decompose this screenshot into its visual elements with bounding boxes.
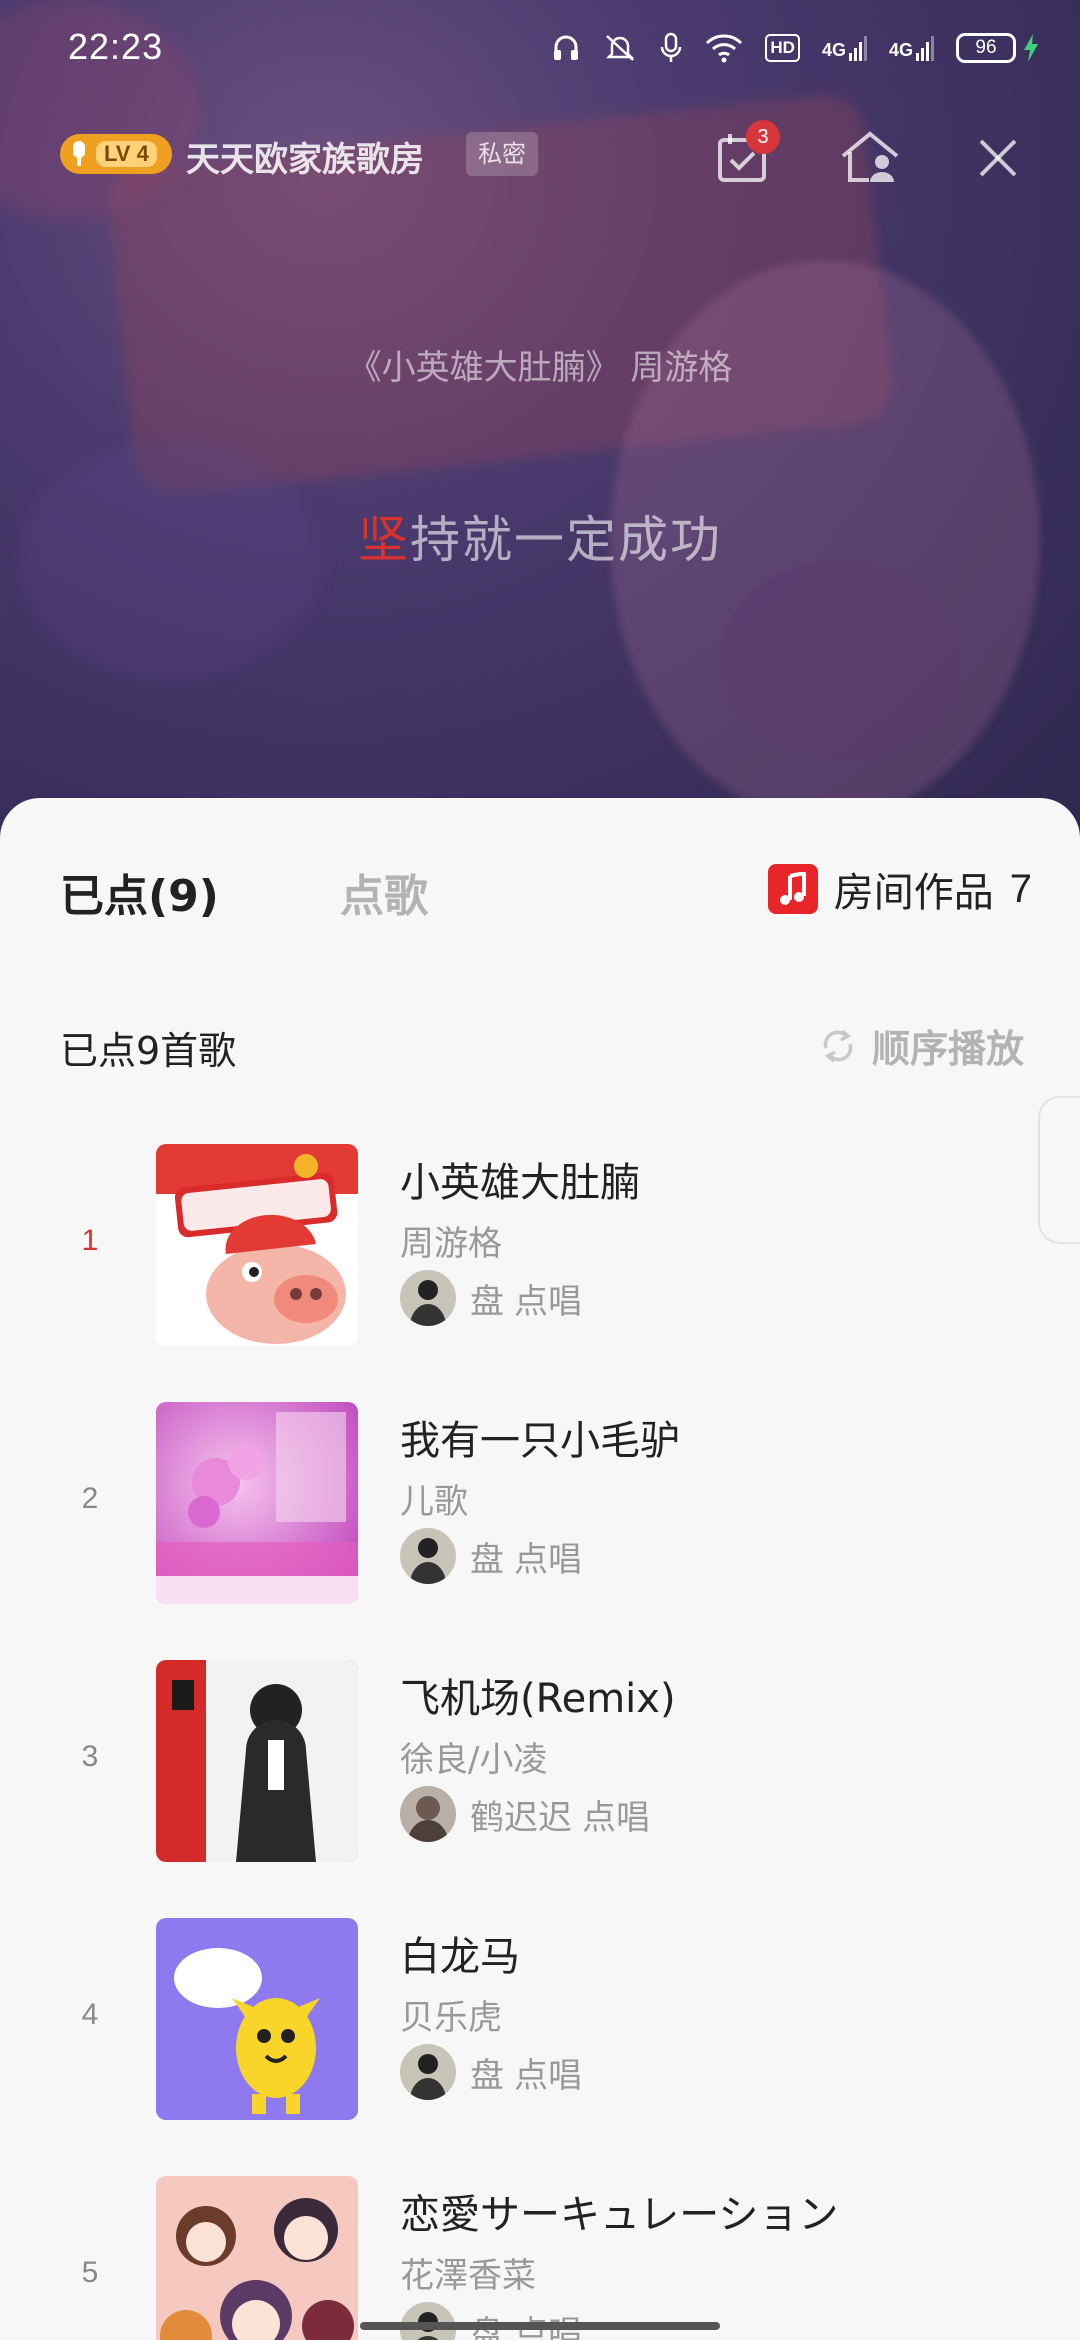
song-index: 4 — [81, 1998, 99, 2031]
lyric-line: 坚持就一定成功 — [0, 500, 1080, 572]
headphones-icon — [554, 35, 579, 60]
room-works-count: 7 — [1009, 866, 1032, 911]
song-row[interactable]: 1 小英雄大肚腩 周游格 盘 点唱 — [0, 1144, 1080, 1346]
requester-info: 盘 点唱 — [400, 2044, 582, 2100]
signal-bars-icon — [916, 36, 934, 61]
requester-info: 盘 点唱 — [400, 2302, 582, 2340]
checkin-count-badge: 3 — [746, 120, 780, 154]
album-cover — [156, 1918, 358, 2120]
network-type-label: 4G — [821, 40, 846, 60]
room-name[interactable]: 天天欧家族歌房 — [186, 132, 424, 181]
song-title: 小英雄大肚腩 — [400, 1160, 640, 1206]
song-index: 1 — [81, 1224, 99, 1257]
level-label: LV 4 — [96, 141, 157, 167]
play-mode-button[interactable]: 顺序播放 — [818, 1018, 1024, 1073]
song-index: 5 — [81, 2256, 99, 2289]
lyric-highlight: 坚 — [358, 511, 410, 569]
close-icon — [979, 139, 1017, 177]
avatar[interactable] — [400, 1270, 456, 1326]
status-icons: HD 4G 4G 96 — [551, 28, 1040, 68]
home-user-icon — [841, 131, 899, 182]
avatar[interactable] — [400, 1786, 456, 1842]
song-row[interactable]: 5 恋愛サーキュレーション 花澤香菜 盘 点唱 — [0, 2176, 1080, 2340]
requester-name: 盘 — [470, 2055, 504, 2096]
song-queue-sheet: 已点(9) 点歌 房间作品 7 已点9首歌 顺序播放 1 小英雄大肚腩 周游格 … — [0, 798, 1080, 2340]
song-artist: 周游格 — [400, 1224, 502, 1264]
song-artist: 儿歌 — [400, 1482, 468, 1522]
now-playing-title: 《小英雄大肚腩》 周游格 — [347, 348, 733, 388]
wifi-icon — [706, 34, 743, 63]
song-artist: 徐良/小凌 — [400, 1740, 548, 1780]
status-bar: 22:23 HD 4G 4G 96 — [0, 0, 1080, 96]
signal-icon: 4G — [889, 35, 934, 61]
requester-info: 鹤迟迟 点唱 — [400, 1786, 650, 1842]
requester-name: 盘 — [470, 1539, 504, 1580]
song-row[interactable]: 4 白龙马 贝乐虎 盘 点唱 — [0, 1918, 1080, 2120]
song-row[interactable]: 2 我有一只小毛驴 儿歌 盘 点唱 — [0, 1402, 1080, 1604]
requester-info: 盘 点唱 — [400, 1270, 582, 1326]
avatar[interactable] — [400, 1528, 456, 1584]
status-time: 22:23 — [68, 26, 164, 67]
privacy-tag: 私密 — [466, 132, 538, 176]
song-row[interactable]: 3 飞机场(Remix) 徐良/小凌 鹤迟迟 点唱 — [0, 1660, 1080, 1862]
room-header: LV 4 天天欧家族歌房 私密 3 — [0, 118, 1080, 198]
song-index: 2 — [81, 1482, 99, 1515]
song-index: 3 — [81, 1740, 99, 1773]
queue-count-header: 已点9首歌 — [60, 1029, 237, 1073]
album-cover — [156, 1144, 358, 1346]
mute-icon — [606, 35, 635, 61]
background-shape — [720, 560, 960, 760]
level-badge[interactable]: LV 4 — [60, 134, 172, 174]
room-members-button[interactable] — [838, 126, 902, 190]
home-indicator[interactable] — [360, 2322, 720, 2330]
avatar[interactable] — [400, 2302, 456, 2340]
request-action-label: 点唱 — [514, 1539, 582, 1580]
hd-icon: HD — [765, 34, 800, 62]
requester-name: 鹤迟迟 — [470, 1797, 572, 1838]
checkin-button[interactable]: 3 — [710, 120, 780, 190]
mic-icon — [73, 141, 85, 166]
room-works-label: 房间作品 — [833, 870, 994, 916]
battery-icon: 96 — [956, 33, 1016, 63]
request-action-label: 点唱 — [582, 1797, 650, 1838]
tab-request-song[interactable]: 点歌 — [340, 860, 428, 924]
song-title: 白龙马 — [400, 1934, 520, 1980]
network-type-label: 4G — [888, 40, 913, 60]
album-cover — [156, 2176, 358, 2340]
request-action-label: 点唱 — [514, 1281, 582, 1322]
avatar[interactable] — [400, 2044, 456, 2100]
requester-name: 盘 — [470, 1281, 504, 1322]
signal-icon: 4G — [822, 35, 867, 61]
song-title: 飞机场(Remix) — [400, 1676, 676, 1722]
mic-icon — [661, 32, 682, 62]
song-title: 恋愛サーキュレーション — [400, 2192, 839, 2238]
charging-icon — [1024, 34, 1038, 62]
request-action-label: 点唱 — [514, 2055, 582, 2096]
play-mode-label: 顺序播放 — [871, 1027, 1024, 1071]
room-works-button[interactable]: 房间作品 7 — [767, 860, 1032, 918]
song-title: 我有一只小毛驴 — [400, 1418, 680, 1464]
requester-info: 盘 点唱 — [400, 1528, 582, 1584]
music-note-icon — [767, 864, 818, 914]
song-artist: 花澤香菜 — [400, 2256, 536, 2296]
tab-requested[interactable]: 已点(9) — [60, 860, 219, 924]
album-cover — [156, 1402, 358, 1604]
album-cover — [156, 1660, 358, 1862]
close-button[interactable] — [966, 126, 1030, 190]
battery-level: 96 — [975, 37, 997, 58]
repeat-icon — [823, 1029, 853, 1062]
signal-bars-icon — [848, 36, 867, 61]
song-artist: 贝乐虎 — [400, 1998, 502, 2038]
lyric-rest: 持就一定成功 — [410, 511, 722, 569]
